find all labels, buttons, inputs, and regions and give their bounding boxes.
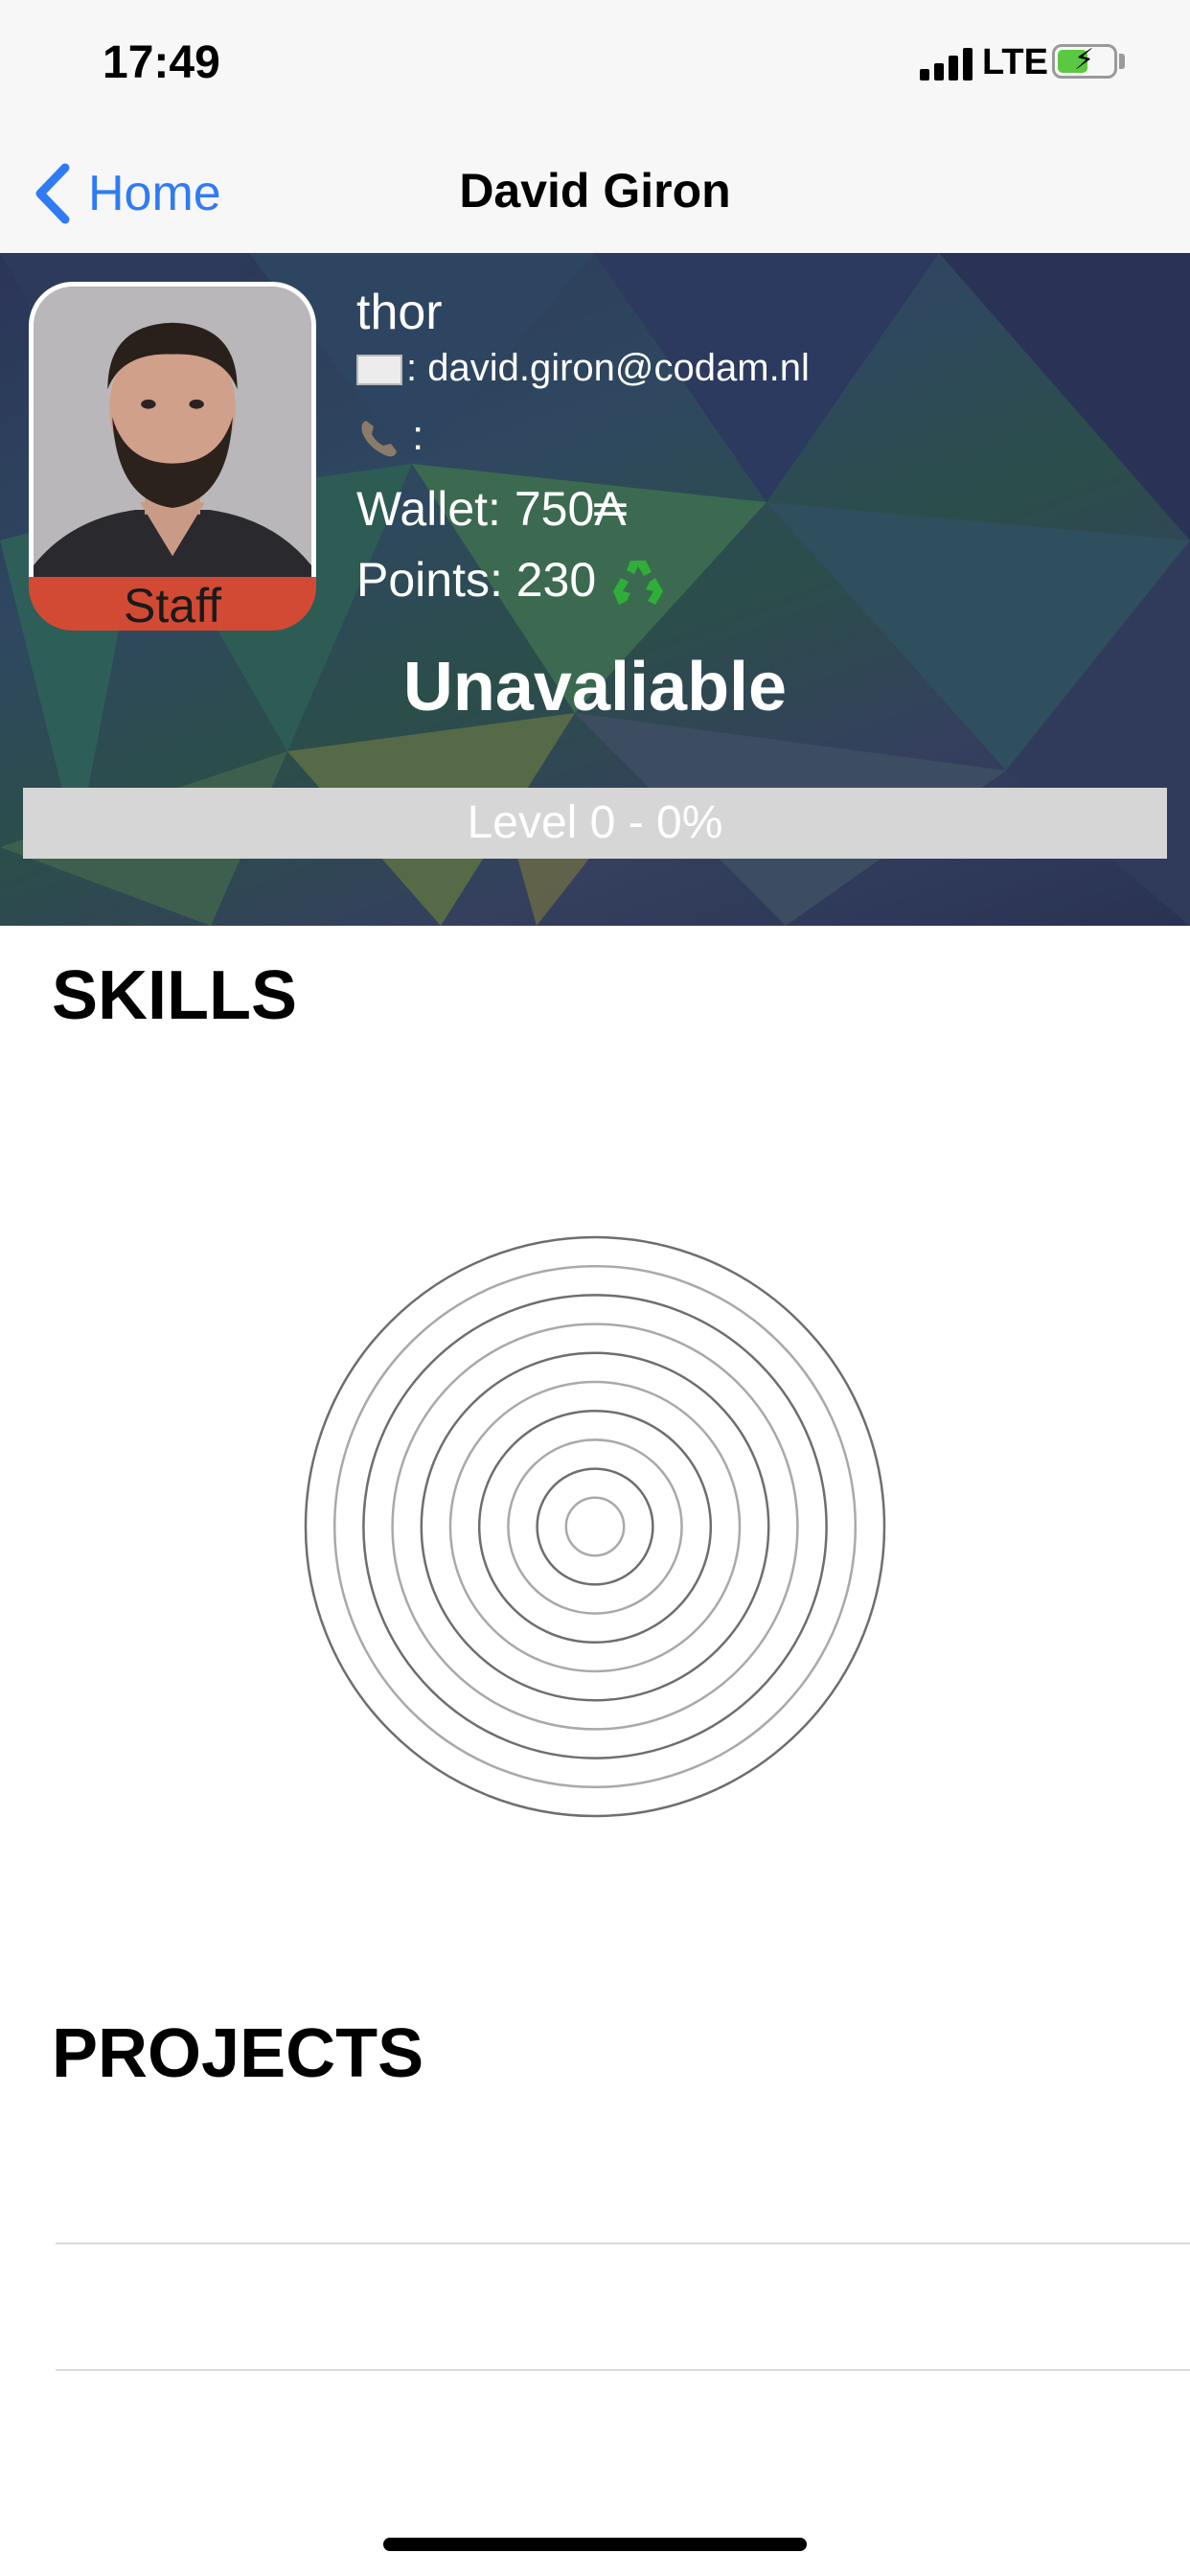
staff-badge: Staff [29,577,316,632]
wallet-label: Wallet: [356,482,515,536]
email-separator: : [406,347,428,389]
battery-icon: ⚡ [1052,44,1117,79]
skill-ring [507,1438,683,1615]
profile-header: Staff thor : david.giron@codam.nl : Wall… [0,253,1190,926]
altarian-dollar-icon: ₳ [594,482,627,536]
login-name: thor [356,285,443,340]
email-row[interactable]: : david.giron@codam.nl [356,347,810,390]
navigation-bar: Home David Giron [0,132,1190,254]
avatar [29,282,316,625]
skill-ring [420,1351,770,1702]
home-indicator [383,2538,807,2551]
phone-row[interactable]: : [356,412,423,461]
skill-ring [391,1322,799,1731]
wallet-row: Wallet: 750₳ [356,481,627,537]
skill-ring [564,1496,626,1557]
battery-cap [1119,54,1125,69]
wallet-value: 750 [514,482,595,536]
phone-icon [361,421,397,457]
phone-value: : [412,412,424,459]
points-value: 230 [515,553,597,607]
signal-icon [920,46,973,80]
project-list-divider [56,2242,1190,2244]
email-value: david.giron@codam.nl [427,347,810,389]
page-title: David Giron [459,164,731,218]
skill-ring [332,1264,858,1789]
envelope-icon [356,355,402,386]
availability-status: Unavaliable [402,649,788,725]
network-type: LTE [982,42,1048,82]
skill-ring [536,1467,654,1586]
level-text: Level 0 - 0% [467,797,723,848]
skills-heading: SKILLS [52,957,298,1034]
points-row: Points: 230 [356,552,667,610]
skill-ring [362,1294,828,1760]
projects-heading: PROJECTS [52,2015,424,2092]
skill-ring [448,1380,742,1673]
points-label: Points: [356,553,516,607]
project-list-divider [56,2369,1190,2371]
skills-radar-chart [304,1235,886,1818]
level-progress-bar: Level 0 - 0% [23,788,1167,859]
skill-ring [477,1409,713,1644]
status-time: 17:49 [103,37,220,88]
charging-bolt-icon: ⚡ [1074,44,1095,76]
status-bar: 17:49 LTE ⚡ [0,0,1190,132]
recycle-icon [613,560,664,605]
